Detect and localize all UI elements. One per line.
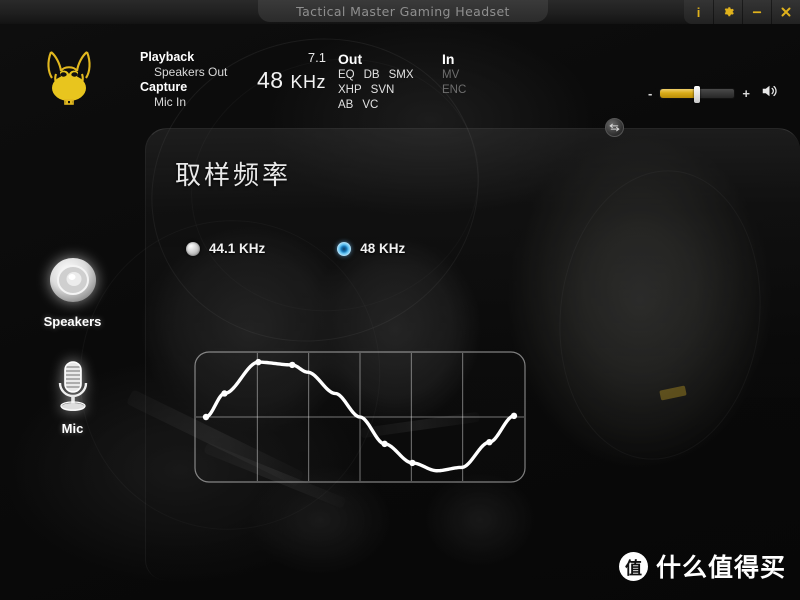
watermark-text: 什么值得买 [655,553,786,582]
page-title: 取样频率 [175,161,292,191]
io-status-block: Playback Speakers Out Capture Mic In [140,50,227,110]
left-right-arrow-icon [609,123,620,132]
application-window: Tactical Master Gaming Headset i Playbac… [0,0,800,600]
minimize-icon [752,11,762,14]
volume-slider-handle[interactable] [694,86,701,103]
out-feature-eq[interactable]: EQ [338,68,355,83]
title-bar: Tactical Master Gaming Headset i [0,0,800,24]
in-feature-column: In MV ENC [442,50,466,98]
radio-label-44-1khz: 44.1 KHz [209,241,266,256]
sidebar-label-speakers: Speakers [43,314,102,329]
in-title: In [442,51,455,67]
waveform-point[interactable] [202,413,210,421]
in-row-2: ENC [442,83,466,98]
out-row-1: EQ DB SMX [338,68,414,83]
sample-rate-unit: KHz [290,72,326,92]
radio-dot-selected [337,241,352,256]
sample-rate-number: 48 [257,67,284,93]
watermark-logo: 值 [618,551,648,581]
close-icon [781,7,791,17]
out-feature-ab[interactable]: AB [338,98,353,113]
close-button[interactable] [771,0,800,24]
in-feature-enc[interactable]: ENC [442,83,466,98]
window-controls: i [684,0,800,24]
sidebar-label-mic: Mic [61,421,84,436]
volume-increase-button[interactable]: + [742,86,750,101]
waveform-point[interactable] [289,361,296,369]
radio-option-48khz[interactable]: 48 KHz [337,241,405,256]
waveform-point[interactable] [486,439,493,446]
volume-slider-fill [660,89,698,98]
out-title: Out [338,51,363,67]
microphone-icon [58,361,87,411]
format-readout: 7.1 48 KHz [240,50,326,96]
playback-value: Speakers Out [154,65,228,79]
info-icon: i [696,4,701,20]
radio-option-44-1khz[interactable]: 44.1 KHz [186,241,265,256]
radio-dot-unselected [186,241,200,256]
volume-decrease-button[interactable]: - [648,86,652,101]
out-feature-column: Out EQ DB SMX XHP SVN AB VC [338,50,414,113]
out-feature-xhp[interactable]: XHP [338,83,362,98]
out-feature-svn[interactable]: SVN [371,83,395,98]
brand-logo [34,44,104,106]
capture-label: Capture [140,80,188,94]
title-tab: Tactical Master Gaming Headset [258,0,548,22]
speaker-device-icon [49,258,96,302]
in-feature-mv[interactable]: MV [442,68,459,83]
waveform-point[interactable] [221,390,228,397]
channel-count: 7.1 [307,50,326,65]
radio-label-48khz: 48 KHz [360,241,406,256]
waveform-svg [194,351,526,483]
capture-value: Mic In [154,95,187,109]
sample-rate-readout: 48 KHz [240,66,326,96]
waveform-point[interactable] [409,459,416,467]
sidebar-item-mic[interactable]: Mic [0,357,145,436]
out-feature-vc[interactable]: VC [362,98,378,113]
info-button[interactable]: i [684,0,713,24]
sample-rate-radio-group: 44.1 KHz 48 KHz [186,241,405,256]
volume-control: - + [648,82,780,105]
waveform-point[interactable] [255,358,262,366]
out-row-2: XHP SVN [338,83,414,98]
out-row-3: AB VC [338,98,414,113]
waveform-chart [194,351,526,488]
window-title: Tactical Master Gaming Headset [296,3,510,19]
waveform-point[interactable] [381,440,388,448]
volume-slider[interactable] [659,86,736,103]
wolf-head-logo [47,51,91,105]
out-feature-smx[interactable]: SMX [389,68,414,83]
settings-button[interactable] [713,0,742,24]
gear-icon [724,7,734,17]
header-bar: Playback Speakers Out Capture Mic In 7.1… [0,24,800,137]
waveform-point[interactable] [510,412,518,420]
out-feature-db[interactable]: DB [364,68,380,83]
minimize-button[interactable] [742,0,771,24]
speaker-volume-icon[interactable] [759,82,780,105]
in-row-1: MV [442,68,466,83]
swap-io-button[interactable] [605,118,624,137]
watermark: 值 什么值得买 [618,548,786,584]
settings-panel: 取样频率 44.1 KHz 48 KHz [145,128,800,580]
playback-label: Playback [140,50,195,64]
sidebar-item-speakers[interactable]: Speakers [0,250,145,329]
device-sidebar: Speakers Mic [0,250,145,436]
